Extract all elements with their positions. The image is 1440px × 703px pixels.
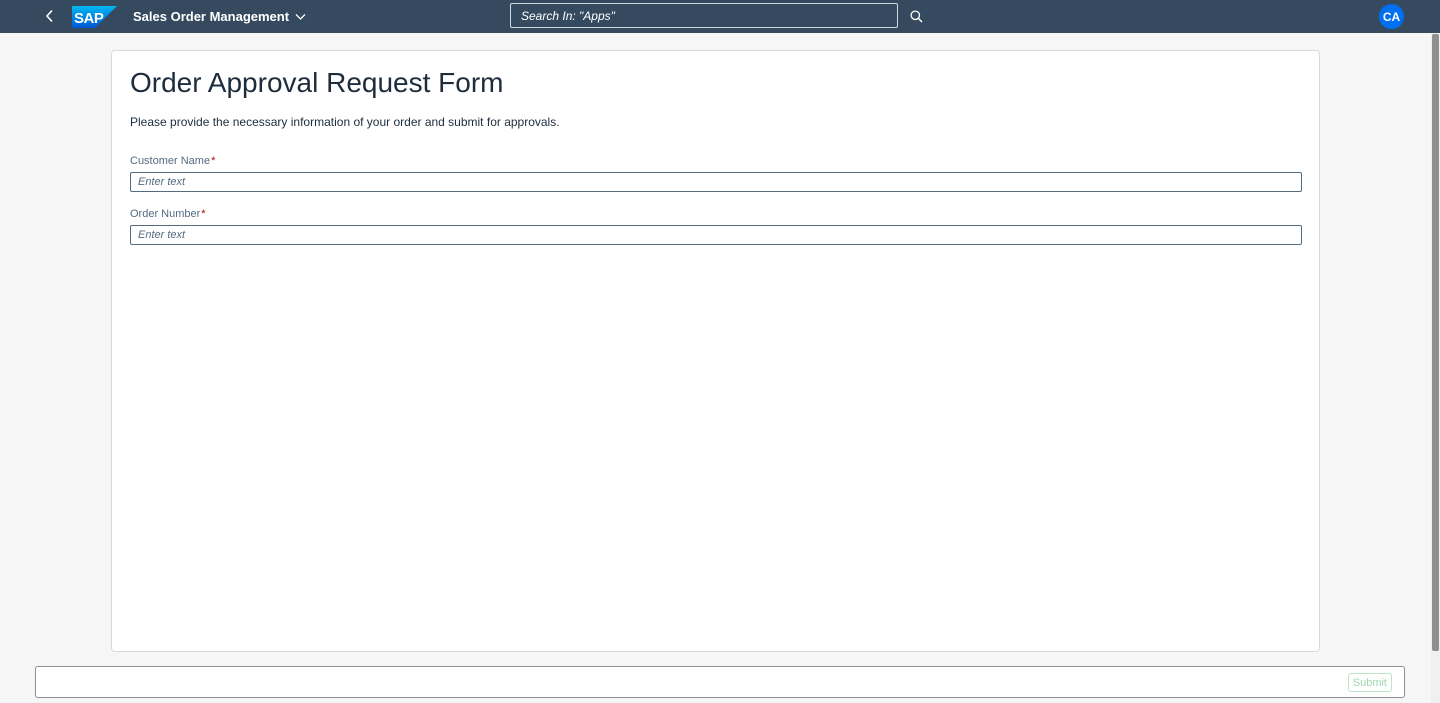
form-card: Order Approval Request Form Please provi… [111, 50, 1320, 652]
shell-bar: SAP Sales Order Management CA [0, 0, 1440, 33]
user-avatar[interactable]: CA [1379, 4, 1404, 29]
sap-logo-text: SAP [74, 10, 104, 27]
search-input[interactable] [510, 3, 898, 28]
search-button[interactable] [904, 4, 928, 28]
chevron-down-icon [295, 13, 306, 20]
page-title: Order Approval Request Form [130, 67, 504, 98]
search-icon [909, 9, 922, 22]
scrollbar-thumb[interactable] [1432, 34, 1439, 651]
order-number-input[interactable] [130, 225, 1302, 245]
app-title-menu[interactable]: Sales Order Management [133, 0, 306, 33]
submit-button[interactable]: Submit [1347, 673, 1392, 692]
order-number-label: Order Number* [130, 208, 206, 220]
customer-name-label-text: Customer Name [130, 155, 211, 167]
required-indicator: * [211, 155, 216, 167]
footer-toolbar: Submit [35, 666, 1405, 698]
customer-name-label: Customer Name* [130, 155, 215, 167]
customer-name-input[interactable] [130, 172, 1302, 192]
app-title: Sales Order Management [133, 9, 290, 24]
required-indicator: * [201, 208, 206, 220]
order-number-label-text: Order Number [130, 208, 201, 220]
chevron-left-icon [45, 9, 53, 23]
sap-logo[interactable]: SAP [72, 6, 117, 28]
form-description: Please provide the necessary information… [130, 115, 560, 129]
back-button[interactable] [38, 4, 62, 28]
